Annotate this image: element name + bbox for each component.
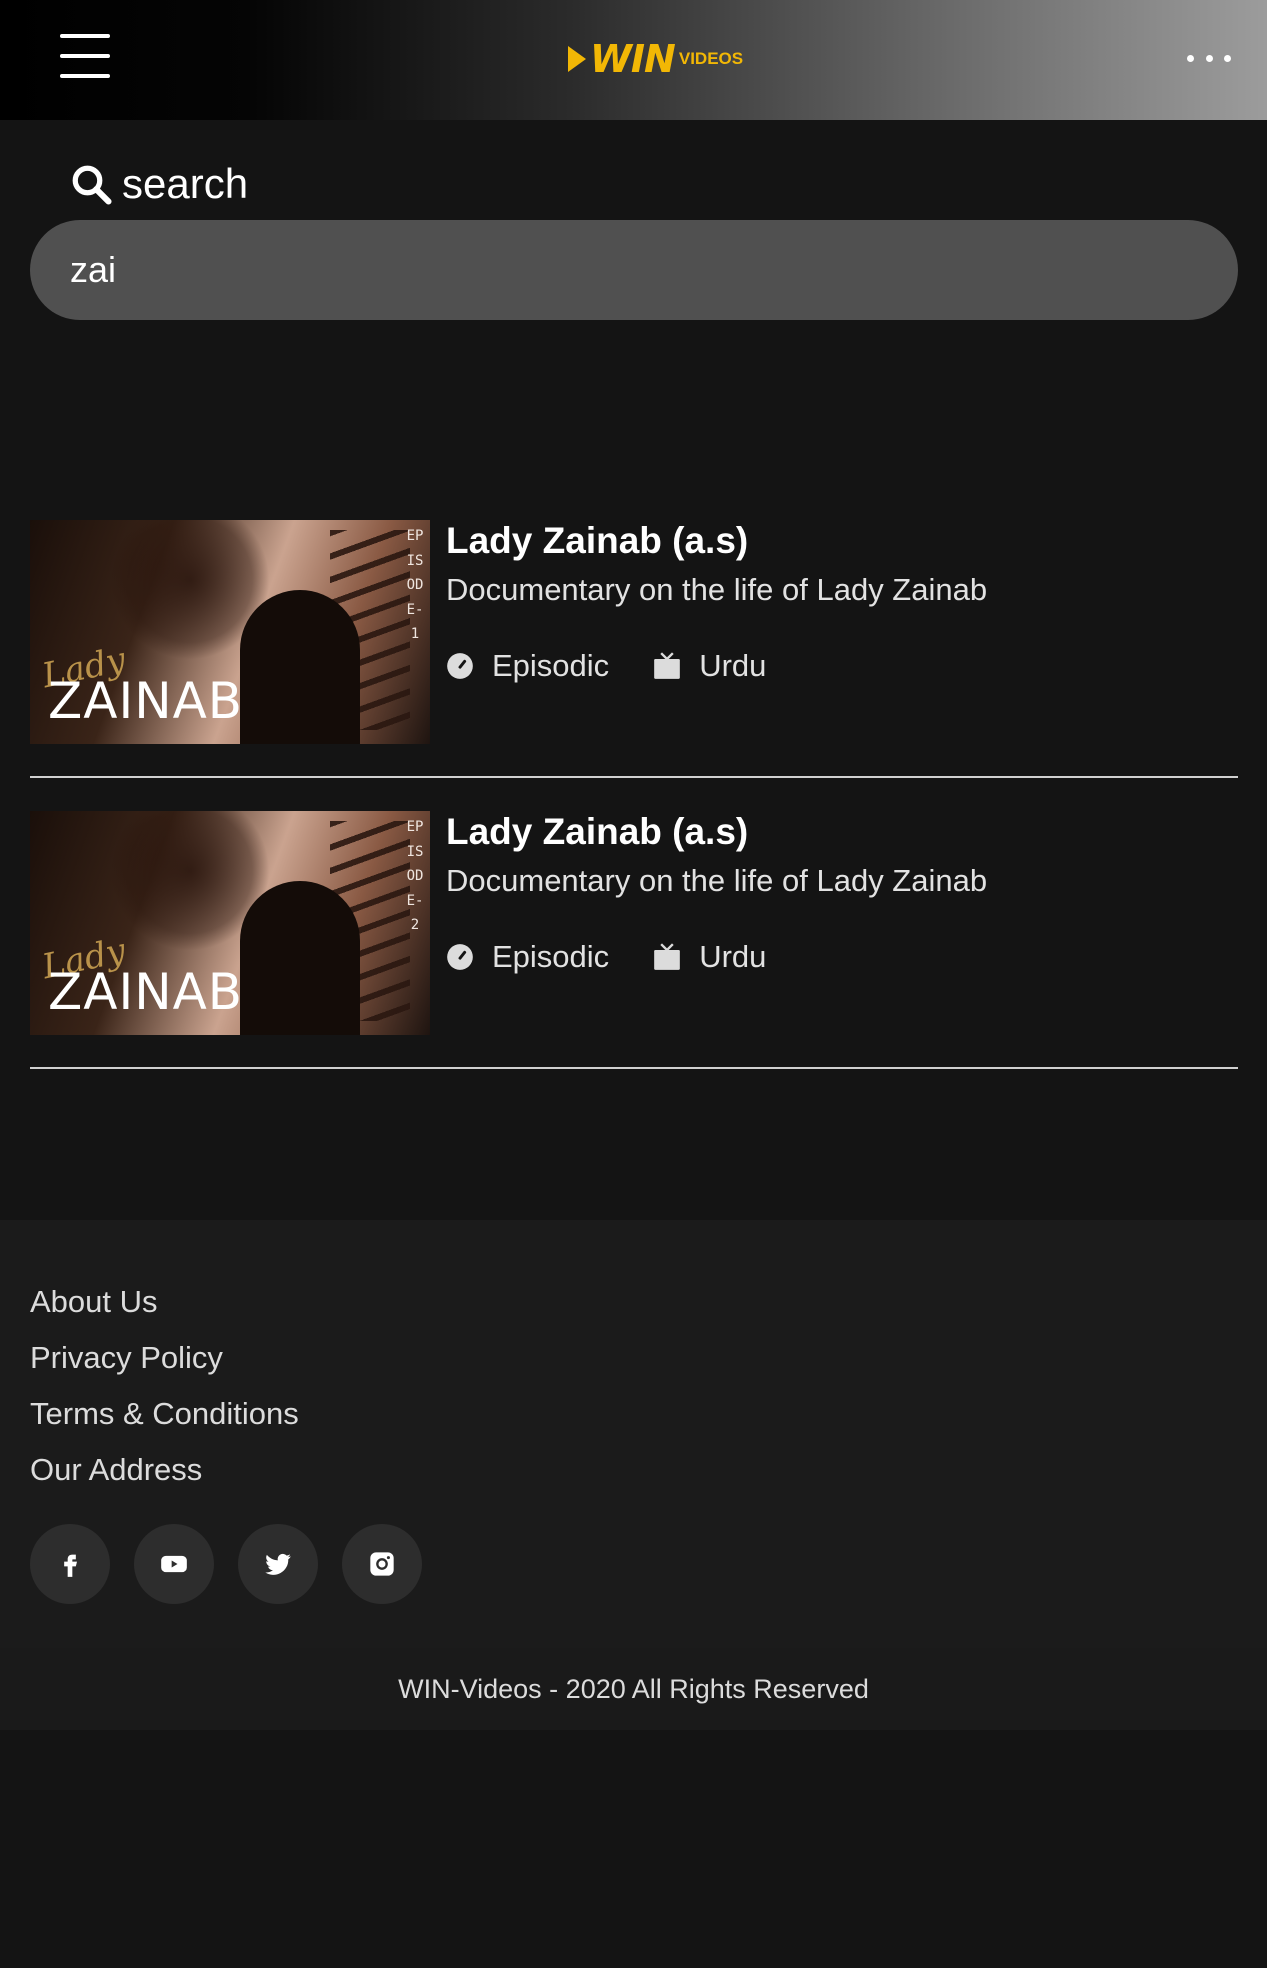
result-language: Urdu <box>699 939 767 974</box>
video-thumbnail[interactable]: Lady ZAINAB EPISODE-1 <box>30 520 430 744</box>
footer-links: About Us Privacy Policy Terms & Conditio… <box>30 1274 299 1498</box>
result-title[interactable]: Lady Zainab (a.s) <box>446 520 748 562</box>
logo-main: WIN <box>590 37 676 81</box>
more-horizontal-icon[interactable] <box>1187 50 1231 66</box>
footer-link-privacy-policy[interactable]: Privacy Policy <box>30 1330 299 1386</box>
footer-link-our-address[interactable]: Our Address <box>30 1442 299 1498</box>
footer-link-about-us[interactable]: About Us <box>30 1274 299 1330</box>
list-item[interactable]: Lady ZAINAB EPISODE-2 Lady Zainab (a.s) … <box>30 811 1238 1069</box>
thumb-title: ZAINAB <box>48 672 244 730</box>
tv-icon <box>654 943 681 970</box>
thumb-title: ZAINAB <box>48 963 244 1021</box>
result-type: Episodic <box>492 939 610 974</box>
facebook-icon <box>64 1554 77 1577</box>
youtube-button[interactable] <box>134 1524 214 1604</box>
instagram-button[interactable] <box>342 1524 422 1604</box>
logo[interactable]: WIN VIDEOS <box>568 36 768 82</box>
twitter-icon <box>265 1553 291 1575</box>
play-icon <box>568 46 586 72</box>
social-links <box>30 1524 422 1604</box>
footer: About Us Privacy Policy Terms & Conditio… <box>0 1220 1267 1648</box>
result-title[interactable]: Lady Zainab (a.s) <box>446 811 748 853</box>
thumb-episode: EPISODE-2 <box>406 819 424 933</box>
video-thumbnail[interactable]: Lady ZAINAB EPISODE-2 <box>30 811 430 1035</box>
hamburger-icon[interactable] <box>60 34 110 84</box>
result-type: Episodic <box>492 648 610 683</box>
footer-link-terms-conditions[interactable]: Terms & Conditions <box>30 1386 299 1442</box>
result-description: Documentary on the life of Lady Zainab <box>446 572 988 607</box>
twitter-button[interactable] <box>238 1524 318 1604</box>
search-icon <box>72 165 112 205</box>
thumb-episode: EPISODE-1 <box>406 528 424 642</box>
copyright: WIN-Videos - 2020 All Rights Reserved <box>0 1648 1267 1730</box>
gauge-icon <box>447 944 473 970</box>
youtube-icon <box>161 1555 187 1573</box>
tv-icon <box>654 652 681 679</box>
logo-sub: VIDEOS <box>678 49 744 68</box>
search-label: search <box>122 160 249 207</box>
search-input[interactable] <box>30 220 1238 320</box>
result-language: Urdu <box>699 648 767 683</box>
search-heading: search <box>70 160 248 208</box>
gauge-icon <box>447 653 473 679</box>
result-description: Documentary on the life of Lady Zainab <box>446 863 988 898</box>
result-meta: Episodic Urdu <box>446 648 766 684</box>
result-meta: Episodic Urdu <box>446 939 766 975</box>
list-item[interactable]: Lady ZAINAB EPISODE-1 Lady Zainab (a.s) … <box>30 520 1238 778</box>
instagram-icon <box>370 1552 394 1576</box>
facebook-button[interactable] <box>30 1524 110 1604</box>
top-bar: WIN VIDEOS <box>0 0 1267 120</box>
